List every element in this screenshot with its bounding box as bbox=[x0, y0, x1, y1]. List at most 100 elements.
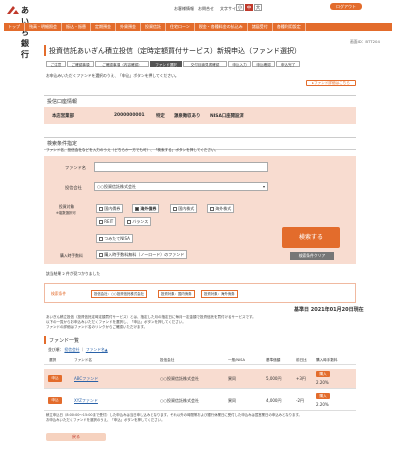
back-button[interactable]: 戻る bbox=[46, 433, 106, 441]
font-size-large[interactable]: 大 bbox=[254, 4, 262, 11]
col-nav: 基準価額 bbox=[266, 358, 281, 362]
fee-button[interactable]: 購入 bbox=[316, 393, 330, 399]
checkbox-icon bbox=[173, 207, 177, 211]
footer-notes: 積立申込日（8:00:00〜15:00まで受付）した申込みは当日申し込みとなりま… bbox=[46, 413, 356, 422]
fee-no-load-label: 購入時手数料無料（ノーロード）のファンド bbox=[104, 252, 185, 257]
step-input: 申込入力 bbox=[228, 61, 251, 67]
fund-change: -2円 bbox=[296, 398, 304, 403]
condition-tag: 投資対象：海外債券 bbox=[201, 290, 238, 298]
target-foreign-bond[interactable]: 海外債券 bbox=[132, 204, 160, 213]
fund-type: 異同 bbox=[228, 398, 236, 403]
page-title: 投資信託あいぎん積立投信（定時定額買付サービス）新規申込（ファンド選択） bbox=[49, 47, 301, 55]
account-type: 特定 bbox=[156, 114, 165, 119]
nav-time-deposit[interactable]: 定期預金 bbox=[91, 23, 116, 31]
nav-investment-trust[interactable]: 投資信託 bbox=[141, 23, 166, 31]
checkbox-icon bbox=[99, 253, 103, 257]
company-label: 投信会社 bbox=[65, 185, 82, 190]
account-tax: 源泉徴収あり bbox=[174, 114, 201, 119]
nav-notifications[interactable]: 諸届受付 bbox=[248, 23, 273, 31]
page-title-bar: 投資信託あいぎん積立投信（定時定額買付サービス）新規申込（ファンド選択） bbox=[44, 45, 344, 56]
checkbox-icon bbox=[127, 220, 131, 224]
sort-label: 並び順： bbox=[48, 347, 64, 352]
step-caution: ご注意 bbox=[46, 61, 66, 67]
chevron-down-icon: ▾ bbox=[262, 184, 265, 189]
account-branch: 本店営業部 bbox=[52, 114, 74, 119]
target-tsumitate-nisa-label: つみたてNISA bbox=[104, 236, 130, 241]
fund-name-input[interactable] bbox=[94, 162, 268, 172]
instruction-text: お申込みいただくファンドを選択のうえ、「申込」ボタンを押してください。 bbox=[46, 73, 179, 78]
target-foreign-stock-label: 海外株式 bbox=[215, 206, 232, 211]
nav-transfer[interactable]: 振込・振替 bbox=[62, 23, 91, 31]
target-balance-label: バランス bbox=[132, 219, 149, 224]
sort-by-company[interactable]: 投信会社 bbox=[64, 347, 79, 352]
fund-name-link[interactable]: XYZファンド bbox=[74, 398, 98, 404]
target-domestic-stock[interactable]: 国内株式 bbox=[170, 204, 198, 213]
clear-search-button[interactable]: 検索条件クリア bbox=[290, 252, 334, 260]
nav-foreign-deposit[interactable]: 外貨預金 bbox=[116, 23, 141, 31]
account-number: 2000000001 bbox=[114, 113, 145, 118]
screen-id: 画面ID：BTT204 bbox=[350, 39, 380, 44]
fund-nav: 4,000円 bbox=[266, 398, 282, 403]
col-change: 前日比 bbox=[296, 358, 307, 362]
nav-tax-payment[interactable]: 税金・各種料金の払込み bbox=[195, 23, 248, 31]
note-line: ファンドの詳細はファンド名のリンクからご確認いただけます。 bbox=[46, 325, 148, 329]
checkbox-icon bbox=[210, 207, 214, 211]
step-confirm: 申込確認 bbox=[252, 61, 275, 67]
table-header: 選択 ファンド名 投信会社 一般/NISA 基準価額 前日比 購入時手数料 bbox=[44, 357, 356, 365]
table-row: 申込 XYZファンド ○○投資信託株式会社 異同 4,000円 -2円 購入 2… bbox=[44, 391, 356, 411]
checkbox-icon bbox=[99, 207, 103, 211]
condition-tag: 投信会社：○○投資信託株式会社 bbox=[91, 290, 147, 298]
font-size-small[interactable]: 小 bbox=[236, 4, 244, 11]
fund-name-link[interactable]: ABCファンド bbox=[74, 376, 98, 382]
fund-detail-link[interactable]: ▸ファンド詳細はこちら bbox=[306, 80, 356, 86]
search-hint: ファンド名、投信会社などを入力のうえ（どちらか一方でも可）、「検索する」ボタンを… bbox=[46, 148, 219, 152]
company-select-value: ○○投資信託株式会社 bbox=[97, 184, 136, 189]
fund-list-title-bar: ファンド一覧 bbox=[44, 336, 164, 344]
target-foreign-stock[interactable]: 海外株式 bbox=[207, 204, 235, 213]
target-sub-label: ※複数選択可 bbox=[56, 211, 76, 215]
company-select[interactable]: ○○投資信託株式会社 ▾ bbox=[94, 182, 268, 191]
fund-fee: 2.20% bbox=[316, 402, 329, 407]
step-complete: 申込完了 bbox=[276, 61, 300, 67]
target-domestic-bond[interactable]: 国内債券 bbox=[96, 204, 124, 213]
col-fund-name: ファンド名 bbox=[74, 358, 92, 362]
account-info-box: 本店営業部 2000000001 特定 源泉徴収あり NISA口座開設済 bbox=[44, 107, 356, 124]
apply-button[interactable]: 申込 bbox=[48, 375, 62, 382]
fee-no-load-option[interactable]: 購入時手数料無料（ノーロード）のファンド bbox=[96, 250, 188, 259]
contact-link[interactable]: お問合せ bbox=[198, 6, 214, 12]
col-select: 選択 bbox=[49, 358, 57, 362]
col-fee: 購入時手数料 bbox=[316, 358, 338, 362]
fund-fee: 2.20% bbox=[316, 380, 329, 385]
global-nav: トップ 残高・明細照会 振込・振替 定期預金 外貨預金 投資信託 住宅ローン 税… bbox=[4, 23, 392, 31]
apply-button[interactable]: 申込 bbox=[48, 397, 62, 404]
logout-button[interactable]: ログアウト bbox=[330, 3, 362, 10]
conditions-label: 検索条件 bbox=[51, 291, 67, 296]
target-tsumitate-nisa[interactable]: つみたてNISA bbox=[96, 234, 133, 243]
nav-balance[interactable]: 残高・明細照会 bbox=[25, 23, 62, 31]
step-prospectus: 交付目論見書確認 bbox=[183, 61, 227, 67]
nav-top[interactable]: トップ bbox=[4, 23, 25, 31]
fund-type: 異同 bbox=[228, 376, 236, 381]
sort-by-fund-name[interactable]: ファンド名▲ bbox=[86, 347, 108, 352]
footer-note: お申込みいただくファンドを選択のうえ、「申込」ボタンを押してください。 bbox=[46, 417, 165, 422]
step-confirm-content: ご確認事項（内容確認） bbox=[95, 61, 149, 67]
table-row: 申込 ABCファンド ○○投資信託株式会社 異同 5,000円 +3円 購入 2… bbox=[44, 369, 356, 389]
target-balance[interactable]: バランス bbox=[124, 217, 152, 226]
target-foreign-bond-label: 海外債券 bbox=[140, 206, 157, 211]
fee-label: 購入時手数料 bbox=[60, 253, 83, 258]
step-fund-select: ファンド選択 bbox=[150, 61, 182, 67]
customer-info-link[interactable]: お客様情報 bbox=[174, 6, 194, 12]
font-size-medium[interactable]: 中 bbox=[245, 4, 253, 11]
target-reit[interactable]: REIT bbox=[96, 217, 117, 226]
fee-button[interactable]: 購入 bbox=[316, 371, 330, 377]
nav-settings[interactable]: 各種利用設定 bbox=[273, 23, 306, 31]
nav-mortgage[interactable]: 住宅ローン bbox=[166, 23, 195, 31]
fund-list-title: ファンド一覧 bbox=[49, 338, 80, 344]
col-company: 投信会社 bbox=[160, 358, 175, 362]
sort-controls: 並び順： 投信会社 ｜ ファンド名▲ bbox=[48, 347, 108, 352]
checkbox-icon bbox=[99, 220, 103, 224]
target-domestic-bond-label: 国内債券 bbox=[104, 206, 121, 211]
checkbox-icon bbox=[99, 237, 103, 241]
search-button[interactable]: 検索する bbox=[282, 227, 340, 248]
fund-detail-link-label: ファンド詳細はこちら bbox=[313, 81, 350, 85]
